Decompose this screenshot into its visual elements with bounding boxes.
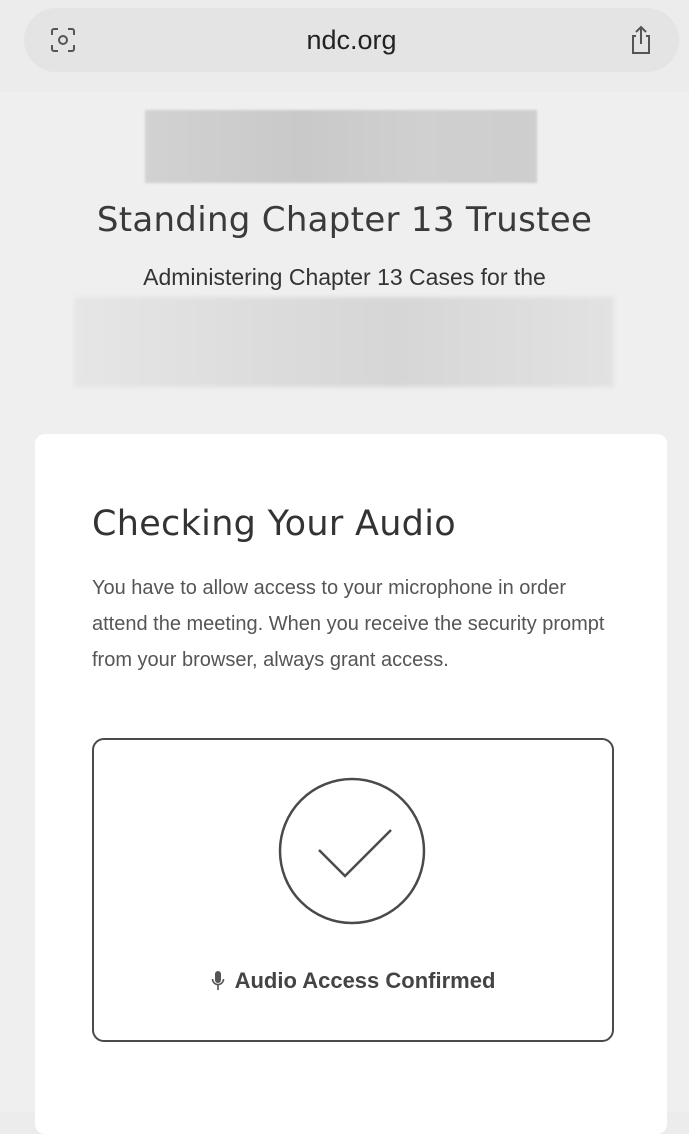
page-subtitle: Administering Chapter 13 Cases for the (143, 264, 546, 290)
screen-capture-icon[interactable] (50, 27, 76, 53)
card-title: Checking Your Audio (92, 504, 456, 544)
audio-status-box: Audio Access Confirmed (92, 738, 614, 1042)
audio-status: Audio Access Confirmed (94, 968, 612, 994)
url-text[interactable]: ndc.org (306, 25, 396, 56)
page-content: Standing Chapter 13 Trustee Administerin… (0, 92, 689, 1134)
page-title: Standing Chapter 13 Trustee (96, 200, 593, 240)
audio-status-label: Audio Access Confirmed (234, 968, 496, 993)
address-bar[interactable]: ndc.org (24, 8, 679, 72)
microphone-icon (211, 971, 224, 990)
redacted-logo (145, 110, 537, 183)
checkmark-circle-icon (278, 777, 426, 925)
redacted-region (74, 297, 614, 387)
audio-check-card: Checking Your Audio You have to allow ac… (35, 434, 667, 1134)
share-icon[interactable] (627, 24, 655, 56)
card-description: You have to allow access to your microph… (92, 577, 605, 671)
